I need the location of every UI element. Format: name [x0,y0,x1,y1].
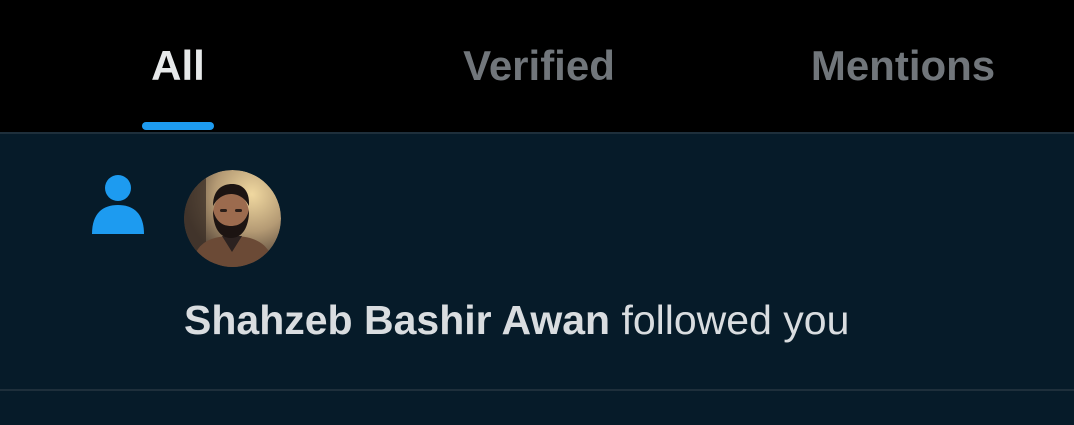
follower-name[interactable]: Shahzeb Bashir Awan [184,297,610,343]
tab-verified-label: Verified [463,41,615,89]
tab-all[interactable]: All [108,0,248,133]
active-tab-indicator [142,122,214,130]
tab-mentions[interactable]: Mentions [790,0,1016,133]
notification-action: followed you [621,297,850,343]
row-divider [0,389,1074,391]
tab-mentions-label: Mentions [810,41,996,89]
person-icon [92,175,144,234]
follow-notification[interactable] [0,134,1074,389]
notification-text: Shahzeb Bashir Awan followed you [184,292,849,348]
notifications-page: All Verified Mentions Shahzeb Bashir Awa… [0,0,1074,425]
notification-tabs: All Verified Mentions [0,0,1074,133]
tab-verified[interactable]: Verified [428,0,650,133]
tab-all-label: All [151,41,205,89]
user-avatar[interactable] [184,170,281,267]
